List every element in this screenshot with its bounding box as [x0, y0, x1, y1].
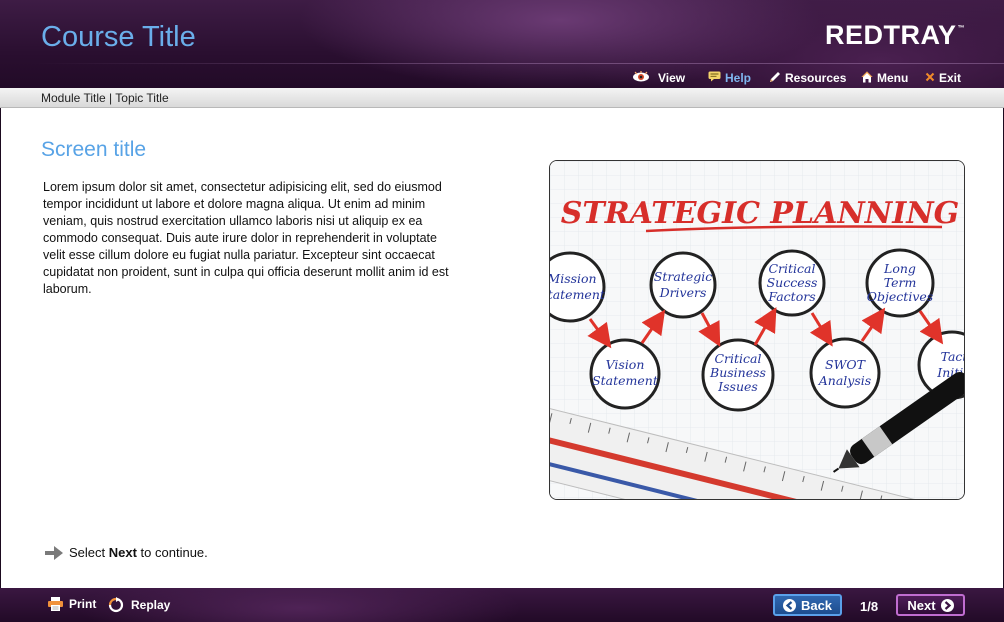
- circle-swot: SWOT: [825, 357, 867, 372]
- circle-critical-2: Success: [767, 275, 818, 290]
- header: Course Title REDTRAY™ View Help Resource…: [0, 0, 1004, 88]
- circle-swot-2: Analysis: [818, 373, 871, 388]
- next-arrow-icon: [940, 598, 954, 612]
- screen-title: Screen title: [41, 138, 147, 161]
- close-icon: [925, 71, 935, 85]
- circle-mission: Mission: [550, 271, 597, 286]
- circle-business-3: Issues: [717, 379, 758, 394]
- circle-business-2: Business: [709, 365, 766, 380]
- circle-business: Critical: [714, 351, 761, 366]
- replay-icon: [107, 597, 125, 613]
- instruction: Select Next to continue.: [45, 545, 208, 560]
- breadcrumb-bar: Module Title | Topic Title: [0, 88, 1004, 108]
- header-divider: [30, 63, 1004, 64]
- page-counter: 1/8: [860, 599, 879, 614]
- nav-resources-label: Resources: [785, 71, 847, 85]
- nav-menu[interactable]: Menu: [861, 70, 908, 86]
- circle-strategic: Strategic: [654, 269, 712, 284]
- print-button[interactable]: Print: [48, 597, 96, 611]
- instruction-suffix: to continue.: [136, 545, 208, 560]
- circle-mission-2: Statement: [550, 287, 606, 302]
- arrow-right-icon: [45, 545, 63, 560]
- circle-vision-2: Statement: [592, 373, 659, 388]
- home-icon: [861, 71, 873, 86]
- print-label: Print: [69, 597, 97, 611]
- replay-button[interactable]: Replay: [107, 597, 170, 613]
- nav-help[interactable]: Help: [708, 70, 751, 86]
- circle-long-2: Term: [884, 275, 917, 290]
- pencil-icon: [769, 71, 781, 86]
- nav-resources[interactable]: Resources: [769, 70, 846, 86]
- nav-view-label: View: [658, 71, 686, 85]
- nav-exit[interactable]: Exit: [925, 70, 961, 86]
- back-arrow-icon: [782, 598, 796, 612]
- brand-trademark: ™: [957, 25, 966, 32]
- strategic-planning-image: STRATEGIC PLANNING Mission atement Strat…: [549, 160, 965, 500]
- nav-view[interactable]: View: [632, 70, 685, 86]
- back-label: Back: [800, 597, 833, 613]
- body-text: Lorem ipsum dolor sit amet, consectetur …: [43, 180, 449, 296]
- circle-long: Long: [883, 261, 916, 276]
- brand-name: REDTRAY: [825, 20, 957, 50]
- nav-menu-label: Menu: [877, 71, 909, 85]
- back-button[interactable]: Back: [773, 594, 842, 616]
- eye-icon: [632, 70, 650, 86]
- circle-vision: Vision: [606, 357, 645, 372]
- nav-help-label: Help: [725, 71, 752, 85]
- content-area: Screen title Lorem ipsum dolor sit amet,…: [1, 108, 1003, 588]
- circle-critical-3: Factors: [767, 289, 815, 304]
- replay-label: Replay: [131, 598, 171, 612]
- breadcrumb: Module Title | Topic Title: [41, 91, 169, 105]
- circle-tactical: Tact: [941, 349, 965, 364]
- brand-logo: REDTRAY™: [825, 20, 965, 51]
- instruction-prefix: Select: [69, 545, 109, 560]
- next-label: Next: [907, 597, 936, 613]
- circle-strategic-2: Drivers: [659, 285, 707, 300]
- circle-critical: Critical: [768, 261, 815, 276]
- circle-long-3: Objectives: [867, 289, 933, 304]
- footer: Print Replay Back 1/8 Next: [0, 588, 1004, 622]
- printer-icon: [48, 597, 63, 611]
- course-title: Course Title: [41, 21, 196, 53]
- next-button[interactable]: Next: [896, 594, 965, 616]
- speech-bubble-icon: [708, 71, 721, 85]
- instruction-next: Next: [108, 545, 137, 560]
- nav-exit-label: Exit: [939, 71, 962, 85]
